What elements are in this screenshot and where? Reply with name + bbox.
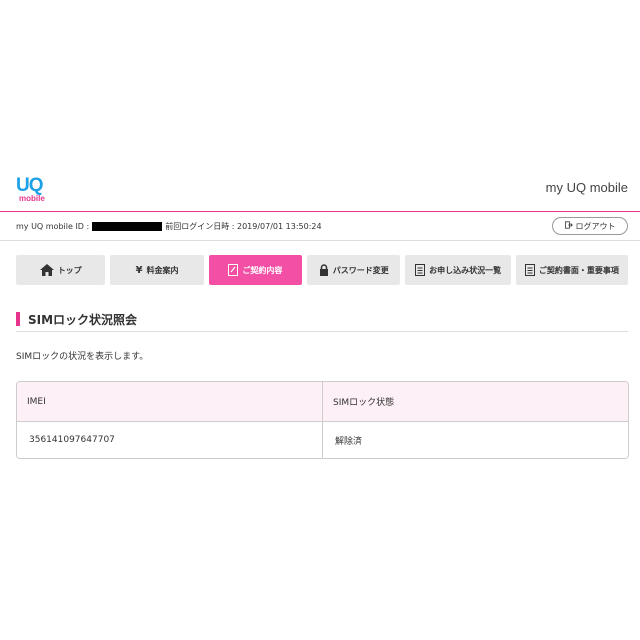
table-row: 356141097647707 解除済 — [17, 422, 628, 458]
document-icon — [524, 264, 535, 276]
site-title: my UQ mobile — [545, 180, 628, 195]
masked-user-id — [92, 222, 163, 231]
nav-tab-password-label: パスワード変更 — [332, 265, 389, 275]
nav-tab-documents-label: ご契約書面・重要事項 — [538, 265, 619, 275]
sim-lock-table: IMEI SIMロック状態 356141097647707 解除済 — [16, 381, 629, 459]
user-info-bar: my UQ mobile ID : 前回ログイン日時 : 2019/07/01 … — [0, 213, 640, 241]
nav-tab-password[interactable]: パスワード変更 — [307, 255, 401, 285]
document-edit-icon — [228, 264, 239, 276]
home-icon — [39, 264, 54, 276]
nav-tab-pricing[interactable]: ¥ 料金案内 — [110, 255, 204, 285]
main-nav: トップ ¥ 料金案内 ご契約内容 パスワード変更 お申し込み状況一覧 ご契約書面… — [16, 255, 628, 285]
lock-icon — [319, 264, 329, 276]
site-header: UQ mobile my UQ mobile — [0, 170, 640, 212]
sim-lock-status-header: SIMロック状態 — [323, 382, 628, 422]
nav-tab-contract[interactable]: ご契約内容 — [208, 255, 303, 285]
document-icon — [415, 264, 426, 276]
user-id-label: my UQ mobile ID : — [16, 222, 90, 231]
uq-mobile-logo[interactable]: UQ mobile — [16, 176, 50, 206]
logout-label: ログアウト — [575, 221, 616, 231]
nav-tab-top-label: トップ — [57, 265, 82, 275]
title-accent-bar — [16, 312, 20, 326]
nav-tab-applications-label: お申し込み状況一覧 — [429, 265, 502, 275]
nav-tab-applications[interactable]: お申し込み状況一覧 — [405, 255, 511, 285]
page-title-text: SIMロック状況照会 — [28, 313, 138, 327]
logo-mobile-text: mobile — [19, 194, 45, 203]
sim-lock-status-value: 解除済 — [323, 422, 628, 458]
user-info: my UQ mobile ID : 前回ログイン日時 : 2019/07/01 … — [16, 221, 322, 232]
nav-tab-pricing-label: 料金案内 — [146, 265, 179, 275]
table-header-row: IMEI SIMロック状態 — [17, 382, 628, 422]
imei-header: IMEI — [17, 382, 323, 422]
nav-tab-contract-label: ご契約内容 — [242, 265, 283, 275]
page-title: SIMロック状況照会 — [16, 310, 628, 332]
last-login-label: 前回ログイン日時 : 2019/07/01 13:50:24 — [165, 222, 322, 231]
nav-tab-documents[interactable]: ご契約書面・重要事項 — [515, 255, 628, 285]
nav-tab-top[interactable]: トップ — [16, 255, 106, 285]
logout-button[interactable]: ログアウト — [552, 217, 628, 235]
page-description: SIMロックの状況を表示します。 — [16, 352, 149, 362]
logo-uq-text: UQ — [16, 175, 43, 196]
logout-icon — [564, 221, 573, 231]
imei-value: 356141097647707 — [17, 422, 323, 458]
yen-icon: ¥ — [135, 264, 143, 276]
